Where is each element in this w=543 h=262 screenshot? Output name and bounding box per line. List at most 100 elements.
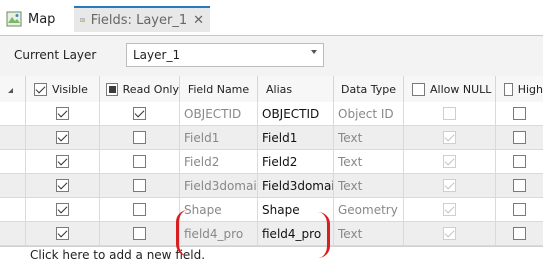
highlight-cell[interactable]	[496, 150, 543, 173]
visible-cell[interactable]	[26, 150, 100, 173]
field-name-cell[interactable]: OBJECTID	[180, 102, 258, 125]
read-only-checkbox[interactable]	[133, 155, 146, 168]
column-field-name[interactable]: Field Name	[180, 76, 258, 102]
row-selector[interactable]	[0, 198, 26, 221]
highlight-checkbox[interactable]	[513, 203, 526, 216]
table-row[interactable]: Field2 Field2 Text	[0, 150, 543, 174]
annotation-bracket-left	[176, 210, 188, 256]
close-icon[interactable]: ✕	[193, 13, 204, 28]
field-name-cell[interactable]: Field2	[180, 150, 258, 173]
allow-null-checkbox[interactable]	[443, 131, 456, 144]
visible-cell[interactable]	[26, 126, 100, 149]
data-type-cell[interactable]: Text	[334, 126, 404, 149]
allow-null-cell[interactable]	[404, 198, 496, 221]
column-data-type[interactable]: Data Type	[334, 76, 404, 102]
highlight-header-checkbox[interactable]	[504, 82, 513, 96]
highlight-checkbox[interactable]	[513, 179, 526, 192]
data-type-cell[interactable]: Geometry	[334, 198, 404, 221]
read-only-cell[interactable]	[100, 174, 180, 197]
allow-null-checkbox[interactable]	[443, 155, 456, 168]
row-selector[interactable]	[0, 126, 26, 149]
read-only-cell[interactable]	[100, 222, 180, 245]
row-selector[interactable]	[0, 174, 26, 197]
read-only-cell[interactable]	[100, 150, 180, 173]
table-row[interactable]: Field3domain Field3domain Text	[0, 174, 543, 198]
data-type-cell[interactable]: Text	[334, 174, 404, 197]
visible-checkbox[interactable]	[56, 155, 69, 168]
current-layer-value: Layer_1	[133, 48, 181, 62]
read-only-cell[interactable]	[100, 198, 180, 221]
fields-table-icon	[80, 18, 85, 22]
column-visible[interactable]: Visible	[26, 76, 100, 102]
read-only-header-checkbox[interactable]	[106, 82, 118, 96]
field-name-cell[interactable]: Field1	[180, 126, 258, 149]
read-only-checkbox[interactable]	[133, 107, 146, 120]
table-row[interactable]: Shape Shape Geometry	[0, 198, 543, 222]
allow-null-header-checkbox[interactable]	[412, 82, 425, 96]
add-field-row[interactable]: Click here to add a new field.	[0, 246, 543, 262]
allow-null-checkbox[interactable]	[443, 203, 456, 216]
visible-checkbox[interactable]	[56, 107, 69, 120]
visible-cell[interactable]	[26, 198, 100, 221]
column-visible-label: Visible	[52, 82, 88, 96]
column-alias[interactable]: Alias	[258, 76, 334, 102]
highlight-cell[interactable]	[496, 222, 543, 245]
row-selector[interactable]	[0, 222, 26, 245]
chevron-down-icon	[311, 50, 317, 54]
allow-null-cell[interactable]	[404, 150, 496, 173]
tab-bar: Map Fields: Layer_1 ✕	[0, 0, 543, 36]
field-name-cell[interactable]: field4_pro	[180, 222, 258, 245]
highlight-checkbox[interactable]	[513, 227, 526, 240]
alias-cell[interactable]: Field3domain	[258, 174, 334, 197]
read-only-checkbox[interactable]	[133, 179, 146, 192]
allow-null-cell[interactable]	[404, 174, 496, 197]
visible-checkbox[interactable]	[56, 131, 69, 144]
highlight-cell[interactable]	[496, 198, 543, 221]
allow-null-cell[interactable]	[404, 126, 496, 149]
tab-fields[interactable]: Fields: Layer_1 ✕	[74, 6, 210, 32]
visible-header-checkbox[interactable]	[34, 82, 47, 96]
map-icon	[6, 11, 22, 27]
visible-checkbox[interactable]	[56, 227, 69, 240]
select-all-corner[interactable]	[0, 76, 26, 102]
read-only-checkbox[interactable]	[133, 203, 146, 216]
table-row[interactable]: Field1 Field1 Text	[0, 126, 543, 150]
tab-map[interactable]: Map	[0, 6, 72, 32]
highlight-cell[interactable]	[496, 174, 543, 197]
visible-cell[interactable]	[26, 174, 100, 197]
column-allow-null[interactable]: Allow NULL	[404, 76, 496, 102]
tab-fields-label: Fields: Layer_1	[90, 12, 188, 28]
column-highlight[interactable]: High	[496, 76, 543, 102]
allow-null-cell[interactable]	[404, 222, 496, 245]
highlight-checkbox[interactable]	[513, 131, 526, 144]
row-selector[interactable]	[0, 102, 26, 125]
field-name-cell[interactable]: Field3domain	[180, 174, 258, 197]
data-type-cell[interactable]: Text	[334, 150, 404, 173]
allow-null-checkbox[interactable]	[443, 179, 456, 192]
alias-cell[interactable]: Field2	[258, 150, 334, 173]
visible-checkbox[interactable]	[56, 203, 69, 216]
highlight-checkbox[interactable]	[513, 107, 526, 120]
allow-null-checkbox[interactable]	[443, 227, 456, 240]
read-only-checkbox[interactable]	[133, 131, 146, 144]
column-read-only[interactable]: Read Only	[100, 76, 180, 102]
visible-cell[interactable]	[26, 102, 100, 125]
read-only-cell[interactable]	[100, 102, 180, 125]
alias-cell[interactable]: OBJECTID	[258, 102, 334, 125]
fields-grid: Visible Read Only Field Name Alias Data …	[0, 76, 543, 262]
alias-cell[interactable]: Field1	[258, 126, 334, 149]
table-row[interactable]: field4_pro field4_pro Text	[0, 222, 543, 246]
visible-checkbox[interactable]	[56, 179, 69, 192]
read-only-cell[interactable]	[100, 126, 180, 149]
visible-cell[interactable]	[26, 222, 100, 245]
data-type-cell[interactable]: Text	[334, 222, 404, 245]
highlight-cell[interactable]	[496, 126, 543, 149]
table-row[interactable]: OBJECTID OBJECTID Object ID	[0, 102, 543, 126]
field-name-cell[interactable]: Shape	[180, 198, 258, 221]
row-selector[interactable]	[0, 150, 26, 173]
highlight-cell[interactable]	[496, 102, 543, 125]
data-type-cell[interactable]: Object ID	[334, 102, 404, 125]
highlight-checkbox[interactable]	[513, 155, 526, 168]
current-layer-dropdown[interactable]: Layer_1	[126, 43, 324, 67]
read-only-checkbox[interactable]	[133, 227, 146, 240]
